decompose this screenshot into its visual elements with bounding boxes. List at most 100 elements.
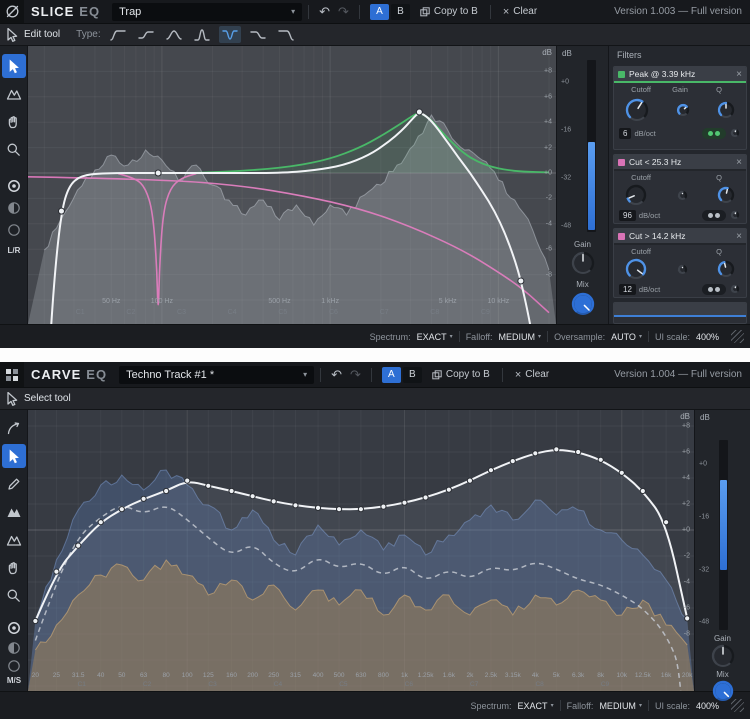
stereo-mode-right-button[interactable]	[2, 218, 26, 242]
resize-grip[interactable]	[731, 330, 744, 343]
stereo-mode-left-button[interactable]	[2, 196, 26, 220]
slope-value[interactable]: 6	[619, 128, 631, 139]
ui-scale-label: UI scale:	[655, 701, 690, 711]
mix-label: Mix	[557, 280, 608, 289]
cutoff-knob[interactable]	[624, 183, 648, 207]
falloff-select[interactable]: MEDIUM▾	[599, 701, 642, 711]
falloff-label: Falloff:	[466, 332, 493, 342]
mix-knob[interactable]	[570, 291, 596, 317]
gain-knob[interactable]	[676, 189, 689, 202]
close-icon[interactable]: ×	[736, 69, 742, 80]
slope-value[interactable]: 12	[619, 284, 636, 295]
edit-tool-button[interactable]	[2, 54, 26, 78]
gain-knob[interactable]	[570, 250, 596, 276]
level-meter	[719, 440, 728, 630]
spectrum-label: Spectrum:	[471, 701, 512, 711]
db-axis-label: -2	[546, 195, 552, 202]
pan-tool-button[interactable]	[2, 556, 26, 580]
ui-scale-value[interactable]: 400%	[696, 332, 719, 342]
pan-mini-knob[interactable]	[729, 209, 741, 221]
channel-mode-button[interactable]: L/R	[2, 242, 26, 258]
filter-type-highshelf-button[interactable]	[247, 26, 269, 43]
magnifier-icon	[6, 588, 22, 604]
gain-knob[interactable]	[676, 263, 689, 276]
zoom-tool-button[interactable]	[2, 138, 26, 162]
spectrum-tool-button[interactable]	[2, 82, 26, 106]
stereo-toggle[interactable]	[702, 128, 726, 139]
gain-label: Gain	[695, 634, 750, 643]
pan-tool-button[interactable]	[2, 110, 26, 134]
ab-a-button[interactable]: A	[370, 4, 389, 20]
mix-knob[interactable]	[711, 679, 735, 703]
spectrum-line-tool-button[interactable]	[2, 528, 26, 552]
preset-dropdown[interactable]: Techno Track #1 * ▾	[119, 366, 314, 384]
meter-strip: dB Gain Mix +0-16-32-48	[556, 46, 608, 324]
filter-type-highcut-button[interactable]	[275, 26, 297, 43]
spectrum-label: Spectrum:	[370, 332, 411, 342]
flick-tool-button[interactable]	[2, 416, 26, 440]
pan-mini-knob[interactable]	[729, 283, 741, 295]
ab-b-button[interactable]: B	[391, 4, 410, 20]
cutoff-knob[interactable]	[624, 257, 648, 281]
filter-card-highcut: Cut > 14.2 kHz × CutoffQ 12 dB/oct	[613, 228, 747, 298]
close-icon[interactable]: ×	[736, 231, 742, 242]
filter-type-lowcut-button[interactable]	[107, 26, 129, 43]
stereo-toggle[interactable]	[702, 210, 726, 221]
ab-b-button[interactable]: B	[403, 367, 422, 383]
copy-to-b-button[interactable]: Copy to B	[426, 369, 496, 380]
filter-type-notch-button[interactable]	[219, 26, 241, 43]
gain-knob[interactable]	[710, 643, 736, 669]
carve-eq-logo	[0, 362, 24, 387]
close-icon[interactable]: ×	[736, 157, 742, 168]
carve-toolbar: Select tool	[0, 388, 750, 410]
filter-type-peak-button[interactable]	[163, 26, 185, 43]
q-knob[interactable]	[716, 100, 736, 120]
q-knob[interactable]	[716, 259, 736, 279]
spectrum-select[interactable]: EXACT▾	[518, 701, 554, 711]
slope-unit: dB/oct	[639, 285, 660, 294]
pan-mini-knob[interactable]	[729, 127, 741, 139]
meter-scale-label: -32	[561, 175, 571, 182]
undo-button[interactable]: ↶	[315, 4, 334, 20]
select-tool-button[interactable]	[2, 444, 26, 468]
falloff-select[interactable]: MEDIUM▾	[499, 332, 542, 342]
chevron-down-icon: ▾	[538, 333, 541, 340]
oversample-label: Oversample:	[554, 332, 605, 342]
channel-mode-button[interactable]: M/S	[2, 672, 26, 688]
q-knob[interactable]	[716, 185, 736, 205]
ab-a-button[interactable]: A	[382, 367, 401, 383]
filter-type-lowshelf-button[interactable]	[135, 26, 157, 43]
redo-button[interactable]: ↷	[334, 4, 353, 20]
copy-to-b-button[interactable]: Copy to B	[414, 6, 484, 17]
filter-type-bandpass-button[interactable]	[191, 26, 213, 43]
slope-value[interactable]: 96	[619, 210, 636, 221]
stereo-toggle[interactable]	[702, 284, 726, 295]
gain-knob[interactable]	[675, 102, 691, 118]
draw-tool-button[interactable]	[2, 472, 26, 496]
clear-button[interactable]: × Clear	[497, 6, 543, 18]
spectrum-select[interactable]: EXACT▾	[417, 332, 453, 342]
cutoff-knob[interactable]	[624, 97, 650, 123]
clear-button[interactable]: × Clear	[509, 369, 555, 381]
filter-name: Cut < 25.3 Hz	[629, 157, 732, 167]
version-label: Version 1.004 — Full version	[614, 369, 742, 380]
undo-button[interactable]: ↶	[327, 367, 346, 383]
spectrum-fill-tool-button[interactable]	[2, 500, 26, 524]
stereo-mode-both-button[interactable]	[2, 174, 26, 198]
db-axis-label: +8	[682, 423, 690, 430]
zoom-tool-button[interactable]	[2, 584, 26, 608]
plugin-title: SLICEEQ	[31, 4, 100, 19]
meter-scale-label: -16	[699, 513, 709, 520]
hand-icon	[9, 563, 16, 574]
carve-status-bar: Spectrum: EXACT▾ Falloff: MEDIUM▾ UI sca…	[0, 691, 750, 719]
preset-name: Techno Track #1 *	[126, 369, 214, 381]
eq-curves-canvas	[28, 410, 694, 691]
meter-scale-label: -16	[561, 127, 571, 134]
oversample-select[interactable]: AUTO▾	[611, 332, 642, 342]
db-axis-label: -4	[546, 220, 552, 227]
eq-graph[interactable]: 50 Hz100 Hz500 Hz1 kHz5 kHz10 kHzC1C2C3C…	[28, 46, 556, 324]
redo-button[interactable]: ↷	[346, 367, 365, 383]
preset-dropdown[interactable]: Trap ▾	[112, 3, 302, 21]
filters-panel: Filters Peak @ 3.39 kHz × CutoffGainQ 6 …	[608, 46, 750, 324]
eq-graph[interactable]: 202531.540506380100125160200250315400500…	[28, 410, 694, 691]
